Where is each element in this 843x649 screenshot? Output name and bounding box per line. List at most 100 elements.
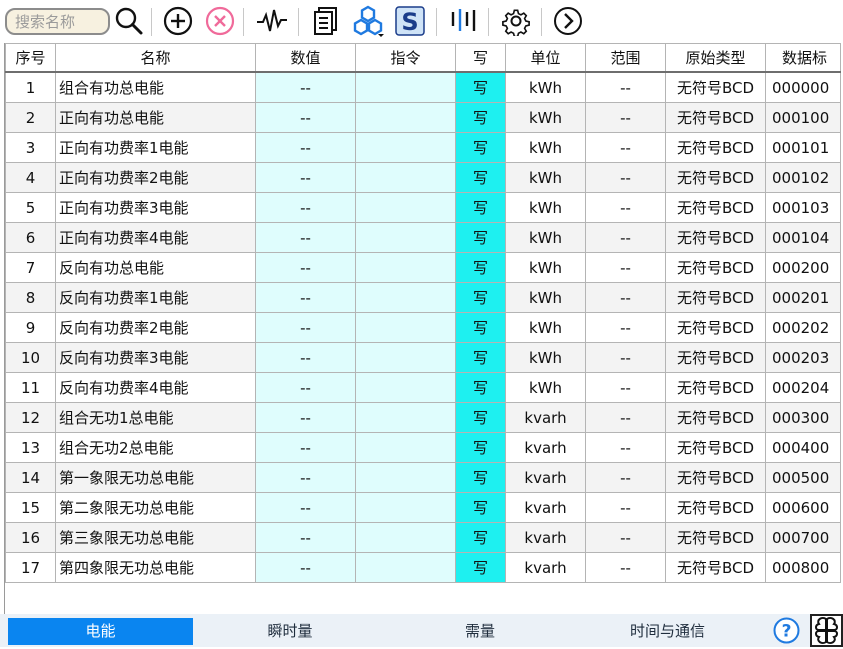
table-row[interactable]: 3 正向有功费率1电能 -- 写 kWh -- 无符号BCD 000101 [5,132,841,163]
gear-icon[interactable] [499,4,533,38]
cell-unit: kWh [505,102,586,133]
cell-command[interactable] [355,372,456,403]
cell-range: -- [585,222,666,253]
cell-no: 17 [5,552,56,583]
table-row[interactable]: 16 第三象限无功总电能 -- 写 kvarh -- 无符号BCD 000700 [5,522,841,553]
search-input[interactable] [5,8,110,35]
table-row[interactable]: 15 第二象限无功总电能 -- 写 kvarh -- 无符号BCD 000600 [5,492,841,523]
cell-command[interactable] [355,222,456,253]
document-icon[interactable] [309,4,343,38]
table-row[interactable]: 13 组合无功2总电能 -- 写 kvarh -- 无符号BCD 000400 [5,432,841,463]
cell-no: 11 [5,372,56,403]
table-row[interactable]: 5 正向有功费率3电能 -- 写 kWh -- 无符号BCD 000103 [5,192,841,223]
header-no[interactable]: 序号 [5,43,56,73]
tab-energy[interactable]: 电能 [8,618,193,645]
cell-write[interactable]: 写 [455,312,506,343]
cell-raw-type: 无符号BCD [665,132,766,163]
header-command[interactable]: 指令 [355,43,456,73]
search-icon[interactable] [112,4,146,38]
cell-write[interactable]: 写 [455,102,506,133]
cell-data-id: 000200 [765,252,841,283]
hexagon-cluster-icon[interactable] [351,4,385,38]
header-raw-type[interactable]: 原始类型 [665,43,766,73]
help-icon[interactable]: ? [773,617,800,644]
cell-command[interactable] [355,162,456,193]
header-name[interactable]: 名称 [55,43,256,73]
header-value[interactable]: 数值 [255,43,356,73]
table-row[interactable]: 7 反向有功总电能 -- 写 kWh -- 无符号BCD 000200 [5,252,841,283]
header-unit[interactable]: 单位 [505,43,586,73]
cell-command[interactable] [355,71,456,103]
s-logo-icon[interactable]: S [393,4,427,38]
cell-raw-type: 无符号BCD [665,102,766,133]
cell-command[interactable] [355,462,456,493]
table-row[interactable]: 2 正向有功总电能 -- 写 kWh -- 无符号BCD 000100 [5,102,841,133]
cell-write[interactable]: 写 [455,342,506,373]
cell-unit: kvarh [505,552,586,583]
cell-write[interactable]: 写 [455,252,506,283]
tab-demand[interactable]: 需量 [385,618,575,645]
cell-write[interactable]: 写 [455,462,506,493]
cell-write[interactable]: 写 [455,222,506,253]
tab-time-communication[interactable]: 时间与通信 [575,618,760,645]
cell-command[interactable] [355,492,456,523]
table-row[interactable]: 6 正向有功费率4电能 -- 写 kWh -- 无符号BCD 000104 [5,222,841,253]
table-row[interactable]: 9 反向有功费率2电能 -- 写 kWh -- 无符号BCD 000202 [5,312,841,343]
tab-instantaneous[interactable]: 瞬时量 [195,618,385,645]
cell-write[interactable]: 写 [455,372,506,403]
cell-write[interactable]: 写 [455,402,506,433]
arrow-right-circle-icon[interactable] [551,4,585,38]
cell-data-id: 000202 [765,312,841,343]
cell-name: 第四象限无功总电能 [55,552,256,583]
cell-write[interactable]: 写 [455,192,506,223]
cell-range: -- [585,522,666,553]
toolbar-separator [488,8,489,36]
cell-value: -- [255,222,356,253]
cell-command[interactable] [355,102,456,133]
table-row[interactable]: 8 反向有功费率1电能 -- 写 kWh -- 无符号BCD 000201 [5,282,841,313]
cell-unit: kWh [505,162,586,193]
cell-range: -- [585,102,666,133]
cell-command[interactable] [355,522,456,553]
header-data-id[interactable]: 数据标 [765,43,841,73]
cell-command[interactable] [355,312,456,343]
cell-command[interactable] [355,192,456,223]
cell-write[interactable]: 写 [455,132,506,163]
cell-name: 正向有功费率2电能 [55,162,256,193]
waveform-icon[interactable] [255,4,289,38]
bars-icon[interactable] [446,4,480,38]
cell-write[interactable]: 写 [455,552,506,583]
close-circle-icon[interactable] [203,4,237,38]
cell-write[interactable]: 写 [455,432,506,463]
cell-data-id: 000204 [765,372,841,403]
table-row[interactable]: 10 反向有功费率3电能 -- 写 kWh -- 无符号BCD 000203 [5,342,841,373]
cell-command[interactable] [355,552,456,583]
cell-name: 正向有功费率3电能 [55,192,256,223]
cell-name: 反向有功费率3电能 [55,342,256,373]
cell-name: 组合无功1总电能 [55,402,256,433]
cell-raw-type: 无符号BCD [665,342,766,373]
cell-command[interactable] [355,402,456,433]
table-row[interactable]: 1 组合有功总电能 -- 写 kWh -- 无符号BCD 000000 [5,71,841,103]
cell-write[interactable]: 写 [455,282,506,313]
table-row[interactable]: 17 第四象限无功总电能 -- 写 kvarh -- 无符号BCD 000800 [5,552,841,583]
cell-command[interactable] [355,432,456,463]
table-row[interactable]: 12 组合无功1总电能 -- 写 kvarh -- 无符号BCD 000300 [5,402,841,433]
add-circle-icon[interactable] [161,4,195,38]
grid-cluster-icon[interactable] [810,614,843,647]
header-range[interactable]: 范围 [585,43,666,73]
cell-write[interactable]: 写 [455,492,506,523]
cell-write[interactable]: 写 [455,522,506,553]
table-row[interactable]: 4 正向有功费率2电能 -- 写 kWh -- 无符号BCD 000102 [5,162,841,193]
cell-command[interactable] [355,252,456,283]
cell-command[interactable] [355,342,456,373]
cell-write[interactable]: 写 [455,71,506,103]
cell-value: -- [255,342,356,373]
header-write[interactable]: 写 [455,43,506,73]
cell-range: -- [585,252,666,283]
cell-write[interactable]: 写 [455,162,506,193]
cell-command[interactable] [355,282,456,313]
cell-command[interactable] [355,132,456,163]
table-row[interactable]: 11 反向有功费率4电能 -- 写 kWh -- 无符号BCD 000204 [5,372,841,403]
table-row[interactable]: 14 第一象限无功总电能 -- 写 kvarh -- 无符号BCD 000500 [5,462,841,493]
